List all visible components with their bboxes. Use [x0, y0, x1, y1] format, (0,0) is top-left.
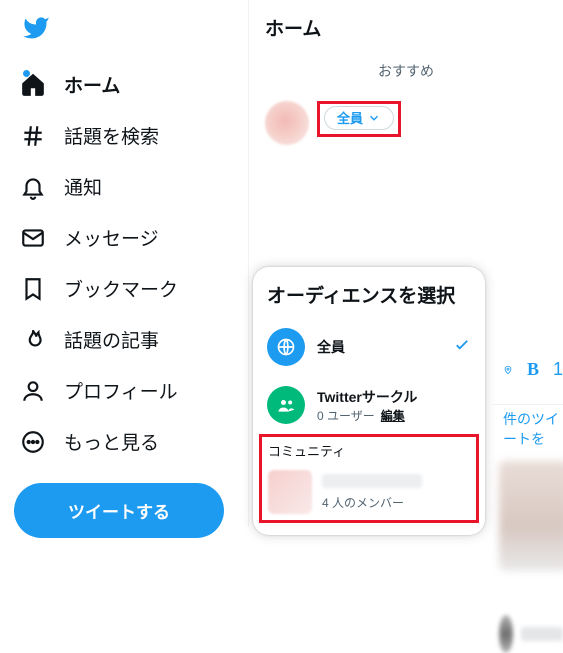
background-hints: B 1 件のツイートを: [493, 355, 563, 653]
popover-title: オーディエンスを選択: [253, 281, 485, 318]
nav-label: ブックマーク: [64, 275, 178, 302]
audience-selector-button[interactable]: 全員: [324, 106, 394, 130]
option-label: 全員: [317, 337, 345, 357]
location-icon[interactable]: [503, 361, 513, 379]
audience-popover: オーディエンスを選択 全員: [253, 267, 485, 535]
nav-notifications[interactable]: 通知: [8, 161, 240, 212]
blurred-media: [499, 461, 563, 571]
edit-circle-link[interactable]: 編集: [381, 407, 405, 424]
audience-selector-label: 全員: [337, 108, 363, 127]
nav-messages[interactable]: メッセージ: [8, 212, 240, 263]
highlight-audience-pill: 全員: [317, 101, 401, 137]
flame-icon: [20, 327, 46, 353]
globe-icon: [267, 328, 305, 366]
compose-row: 全員: [249, 97, 563, 145]
blurred-text: [521, 627, 563, 641]
bird-icon: [22, 14, 50, 42]
bookmark-icon: [20, 276, 46, 302]
nav-bookmarks[interactable]: ブックマーク: [8, 263, 240, 314]
nav-label: 通知: [64, 173, 102, 200]
avatar[interactable]: [265, 101, 309, 145]
main-column: ホーム おすすめ 全員 B 1 件のツイートを: [248, 0, 563, 527]
nav-label: もっと見る: [64, 428, 159, 455]
audience-option-everyone[interactable]: 全員: [253, 318, 485, 376]
nav-label: 話題を検索: [64, 122, 159, 149]
bold-icon[interactable]: B: [527, 359, 539, 380]
blurred-avatar: [499, 615, 513, 653]
mail-icon: [20, 225, 46, 251]
nav-label: ホーム: [64, 71, 120, 98]
nav-label: メッセージ: [64, 224, 159, 251]
nav-label: 話題の記事: [64, 326, 159, 353]
check-icon: [453, 336, 471, 359]
nav-explore[interactable]: 話題を検索: [8, 110, 240, 161]
bell-icon: [20, 174, 46, 200]
sidebar: ホーム 話題を検索 通知 メッセージ ブックマーク: [0, 0, 248, 527]
nav-topics[interactable]: 話題の記事: [8, 314, 240, 365]
people-icon: [267, 386, 305, 424]
nav-label: プロフィール: [64, 377, 178, 404]
community-name-blurred: [322, 474, 422, 488]
nav-more[interactable]: もっと見る: [8, 416, 240, 467]
person-icon: [20, 378, 46, 404]
home-icon: [20, 72, 46, 98]
community-thumbnail: [268, 470, 312, 514]
show-tweets-link[interactable]: 件のツイートを: [493, 405, 563, 449]
option-label: Twitterサークル: [317, 387, 417, 407]
community-option[interactable]: 4 人のメンバー: [266, 464, 472, 516]
one-icon[interactable]: 1: [553, 359, 563, 380]
circle-count: 0 ユーザー: [317, 407, 375, 424]
more-icon: [20, 429, 46, 455]
tweet-button[interactable]: ツイートする: [14, 483, 224, 538]
community-members: 4 人のメンバー: [322, 494, 422, 511]
audience-option-circle[interactable]: Twitterサークル 0 ユーザー 編集: [253, 376, 485, 434]
chevron-down-icon: [367, 111, 381, 125]
nav-home[interactable]: ホーム: [8, 59, 240, 110]
page-title: ホーム: [249, 0, 563, 47]
twitter-logo[interactable]: [8, 4, 240, 59]
nav-profile[interactable]: プロフィール: [8, 365, 240, 416]
tab-recommend[interactable]: おすすめ: [249, 47, 563, 97]
highlight-community-section: コミュニティ 4 人のメンバー: [259, 434, 479, 523]
hash-icon: [20, 123, 46, 149]
community-section-label: コミュニティ: [266, 439, 472, 464]
